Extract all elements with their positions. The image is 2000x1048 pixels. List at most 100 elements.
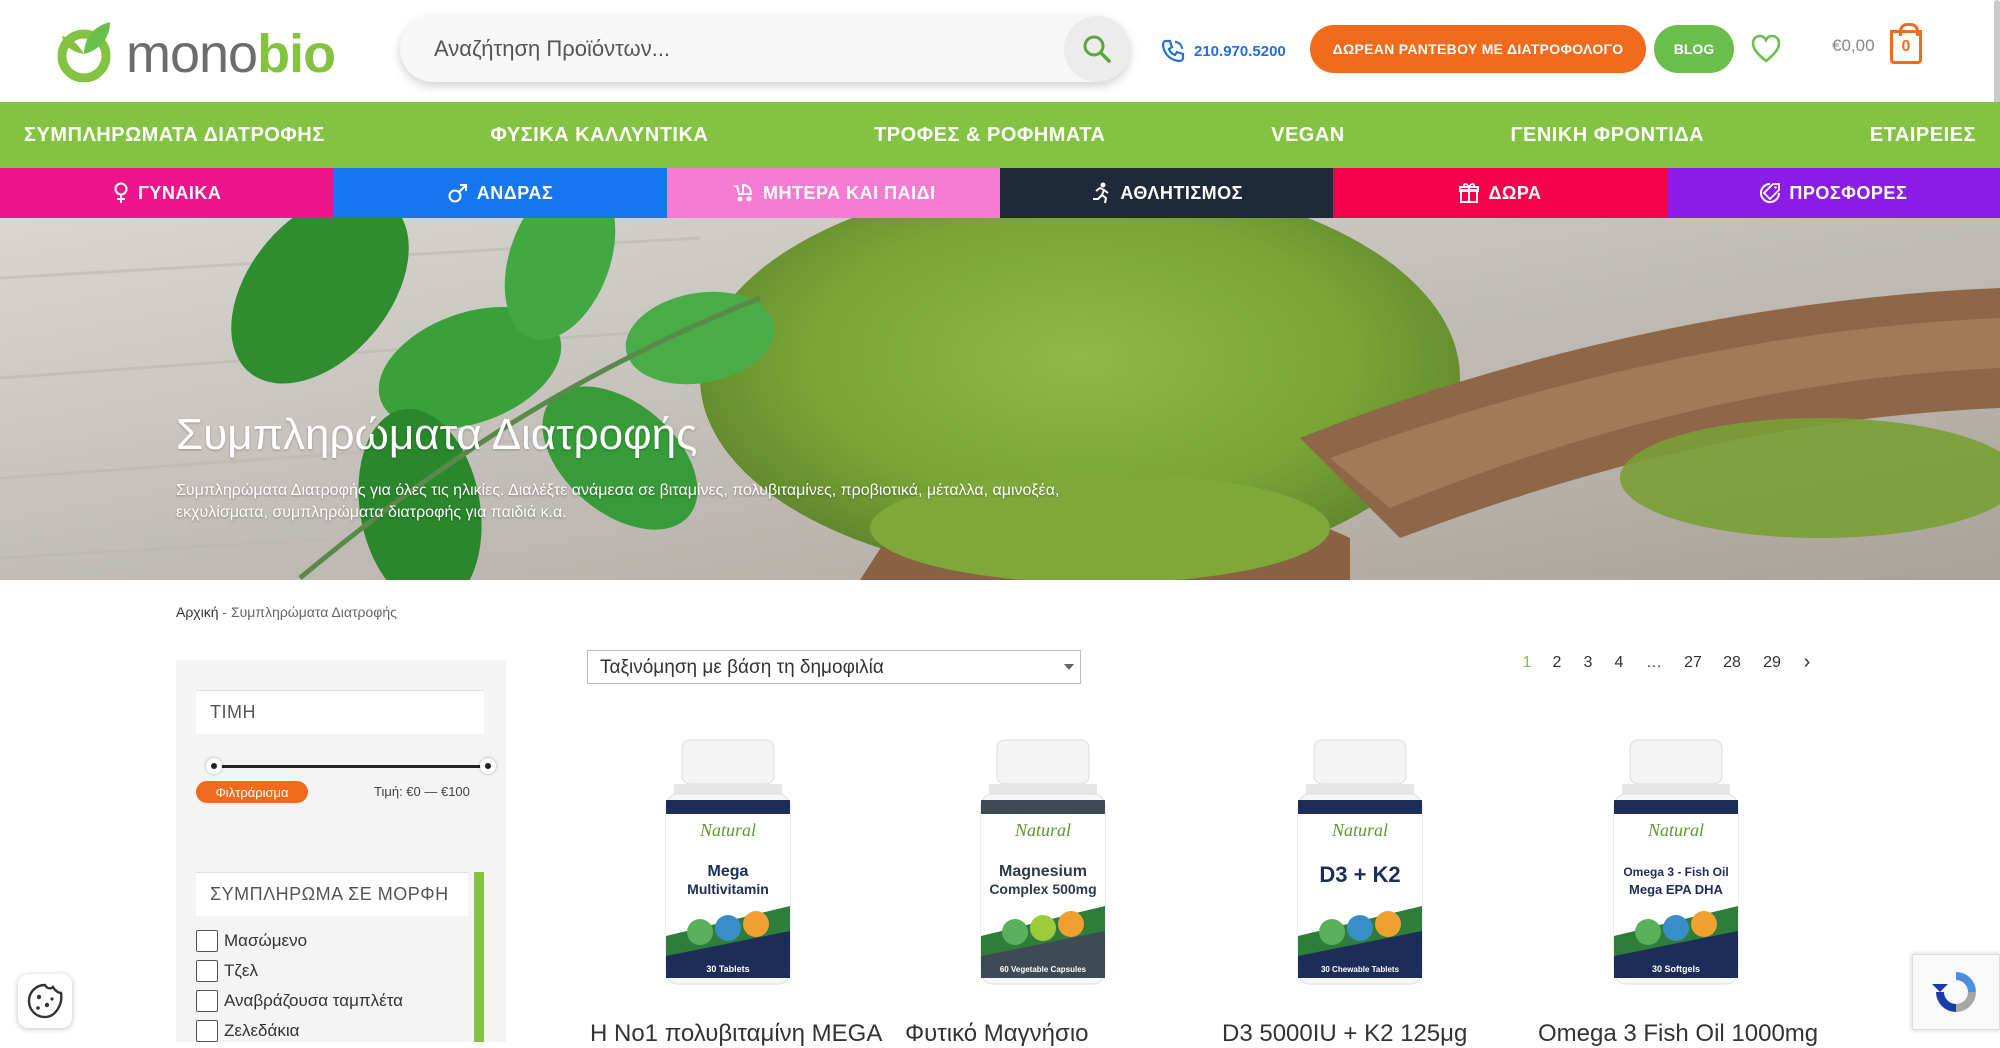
product-name[interactable]: D3 5000IU + K2 125μg — [1222, 1020, 1522, 1048]
bottle-brand: Natural — [699, 820, 756, 840]
category-offers-label: ΠΡΟΣΦΟΡΕΣ — [1789, 182, 1908, 203]
category-gifts[interactable]: ΔΩΡΑ — [1333, 168, 1667, 218]
filter-option-label: Αναβράζουσα ταμπλέτα — [224, 991, 403, 1010]
category-mother-child-label: ΜΗΤΕΡΑ ΚΑΙ ΠΑΙΔΙ — [763, 182, 936, 203]
bottle-line-1: Magnesium — [999, 863, 1087, 880]
category-hero-banner: Συμπληρώματα Διατροφής Συμπληρώματα Διατ… — [0, 218, 2000, 580]
filter-option[interactable]: Αναβράζουσα ταμπλέτα — [196, 990, 403, 1012]
nav-item-cosmetics[interactable]: ΦΥΣΙΚΑ ΚΑΛΛΥΝΤΙΚΑ — [490, 124, 708, 147]
category-offers[interactable]: ΠΡΟΣΦΟΡΕΣ — [1666, 168, 2000, 218]
bottle-brand: Natural — [1331, 820, 1388, 840]
search-icon — [1083, 35, 1111, 63]
product-card[interactable]: Natural Mega Multivitamin 30 Tablets Η Ν… — [590, 730, 882, 1047]
bottle-brand: Natural — [1647, 820, 1704, 840]
category-navigation: ΓΥΝΑΙΚΑ ΑΝΔΡΑΣ ΜΗΤΕΡΑ ΚΑΙ ΠΑΙΔΙ ΑΘΛΗΤΙΣΜ… — [0, 168, 2000, 218]
wishlist-heart-icon[interactable] — [1750, 33, 1782, 65]
category-sports-label: ΑΘΛΗΤΙΣΜΟΣ — [1120, 182, 1243, 203]
offer-tag-icon — [1760, 183, 1781, 203]
product-name[interactable]: Φυτικό Μαγνήσιο — [905, 1020, 1205, 1048]
monobio-logo[interactable]: monobio — [54, 18, 344, 84]
checkbox[interactable] — [196, 960, 218, 982]
page-link[interactable]: 2 — [1542, 654, 1572, 672]
product-image[interactable]: Natural Omega 3 - Fish Oil Mega EPA DHA … — [1608, 736, 1744, 990]
breadcrumb-current: Συμπληρώματα Διατροφής — [231, 604, 397, 620]
supplement-form-header: ΣΥΜΠΛΗΡΩΜΑ ΣΕ ΜΟΡΦΗ — [196, 872, 468, 916]
filter-option-label: Μασώμενο — [224, 931, 308, 950]
nav-item-foods[interactable]: ΤΡΟΦΕΣ & ΡΟΦΗΜΑΤΑ — [874, 124, 1105, 147]
product-card[interactable]: Natural Omega 3 - Fish Oil Mega EPA DHA … — [1538, 730, 1828, 1047]
product-image[interactable]: Natural Magnesium Complex 500mg 60 Veget… — [975, 736, 1111, 990]
page-link[interactable]: 3 — [1572, 654, 1604, 672]
logo-leaf-icon — [57, 22, 111, 83]
nav-item-vegan[interactable]: VEGAN — [1271, 124, 1345, 147]
search-button[interactable] — [1064, 16, 1130, 82]
main-navigation: ΣΥΜΠΛΗΡΩΜΑΤΑ ΔΙΑΤΡΟΦΗΣ ΦΥΣΙΚΑ ΚΑΛΛΥΝΤΙΚΑ… — [0, 102, 2000, 168]
cart-total[interactable]: €0,00 — [1832, 36, 1875, 56]
checkbox[interactable] — [196, 930, 218, 952]
bottle-sub: 30 Chewable Tablets — [1321, 965, 1400, 974]
male-icon — [448, 184, 467, 203]
filter-option[interactable]: Ζελεδάκια — [196, 1020, 299, 1042]
breadcrumb-home[interactable]: Αρχική — [176, 604, 219, 620]
product-image[interactable]: Natural D3 + K2 30 Chewable Tablets — [1292, 736, 1428, 990]
category-mother-child[interactable]: ΜΗΤΕΡΑ ΚΑΙ ΠΑΙΔΙ — [666, 168, 1000, 218]
product-image[interactable]: Natural Mega Multivitamin 30 Tablets — [660, 736, 796, 990]
nav-item-general-care[interactable]: ΓΕΝΙΚΗ ΦΡΟΝΤΙΔΑ — [1510, 124, 1704, 147]
sort-select[interactable]: Ταξινόμηση με βάση τη δημοφιλία — [587, 650, 1081, 684]
category-sports[interactable]: ΑΘΛΗΤΙΣΜΟΣ — [999, 168, 1334, 218]
price-slider[interactable] — [206, 758, 496, 774]
product-name[interactable]: Omega 3 Fish Oil 1000mg — [1538, 1020, 1838, 1048]
page-link[interactable]: 4 — [1604, 654, 1634, 672]
filter-option-label: Τζελ — [224, 961, 258, 980]
filter-button[interactable]: Φιλτράρισμα — [196, 781, 308, 803]
category-woman[interactable]: ΓΥΝΑΙΚΑ — [0, 168, 334, 218]
checkbox[interactable] — [196, 1020, 218, 1042]
gift-icon — [1459, 183, 1480, 203]
product-name[interactable]: Η Νο1 πολυβιταμίνη MEGA — [590, 1020, 890, 1048]
price-slider-max-handle[interactable] — [480, 758, 496, 774]
filter-option[interactable]: Μασώμενο — [196, 930, 307, 952]
filter-scroll-indicator — [474, 872, 484, 1042]
bottle-line-1: Omega 3 - Fish Oil — [1623, 865, 1728, 879]
blog-button[interactable]: BLOG — [1654, 25, 1734, 73]
phone-link[interactable]: 210.970.5200 — [1160, 36, 1286, 66]
filter-option[interactable]: Τζελ — [196, 960, 258, 982]
pagination: 1 2 3 4 … 27 28 29 › — [1512, 652, 1822, 672]
checkbox[interactable] — [196, 990, 218, 1012]
bottle-sub: 30 Tablets — [706, 964, 749, 974]
phone-number: 210.970.5200 — [1194, 42, 1286, 60]
logo-text: monobio — [126, 24, 336, 84]
breadcrumb-separator: - — [218, 604, 231, 620]
page-link[interactable]: 29 — [1752, 654, 1792, 672]
category-woman-label: ΓΥΝΑΙΚΑ — [138, 182, 222, 203]
bottle-sub: 60 Vegetable Capsules — [1000, 965, 1087, 974]
hero-background-image — [0, 218, 2000, 580]
page-link[interactable]: 1 — [1512, 654, 1542, 672]
next-page-arrow-icon[interactable]: › — [1792, 652, 1822, 672]
recaptcha-badge[interactable] — [1912, 954, 2000, 1030]
search-bar — [400, 16, 1130, 82]
search-input[interactable] — [434, 16, 1034, 82]
category-man[interactable]: ΑΝΔΡΑΣ — [333, 168, 667, 218]
page-link[interactable]: 27 — [1674, 654, 1712, 672]
logo-mono: mono — [126, 24, 258, 84]
runner-icon — [1093, 182, 1109, 204]
recaptcha-icon — [1932, 972, 1976, 1012]
bottle-brand: Natural — [1014, 820, 1071, 840]
product-card[interactable]: Natural Magnesium Complex 500mg 60 Veget… — [905, 730, 1195, 1047]
page-link[interactable]: 28 — [1712, 654, 1752, 672]
bottle-line-2: Complex 500mg — [989, 881, 1096, 897]
price-slider-min-handle[interactable] — [206, 758, 222, 774]
stroller-icon — [734, 183, 753, 202]
chevron-down-icon — [1064, 664, 1074, 670]
bottle-line-1: D3 + K2 — [1319, 862, 1400, 887]
price-slider-track — [214, 765, 484, 768]
bottle-line-2: Multivitamin — [687, 881, 769, 897]
nav-item-supplements[interactable]: ΣΥΜΠΛΗΡΩΜΑΤΑ ΔΙΑΤΡΟΦΗΣ — [24, 124, 325, 147]
bottle-line-2: Mega EPA DHA — [1629, 882, 1724, 897]
cookie-settings-button[interactable] — [18, 974, 72, 1028]
nav-item-brands[interactable]: ΕΤΑΙΡΕΙΕΣ — [1870, 124, 1976, 147]
cart-bag-icon[interactable]: 0 — [1890, 23, 1922, 64]
product-card[interactable]: Natural D3 + K2 30 Chewable Tablets D3 5… — [1222, 730, 1512, 1047]
free-appointment-button[interactable]: ΔΩΡΕΑΝ ΡΑΝΤΕΒΟΥ ΜΕ ΔΙΑΤΡΟΦΟΛΟΓΟ — [1310, 25, 1646, 73]
